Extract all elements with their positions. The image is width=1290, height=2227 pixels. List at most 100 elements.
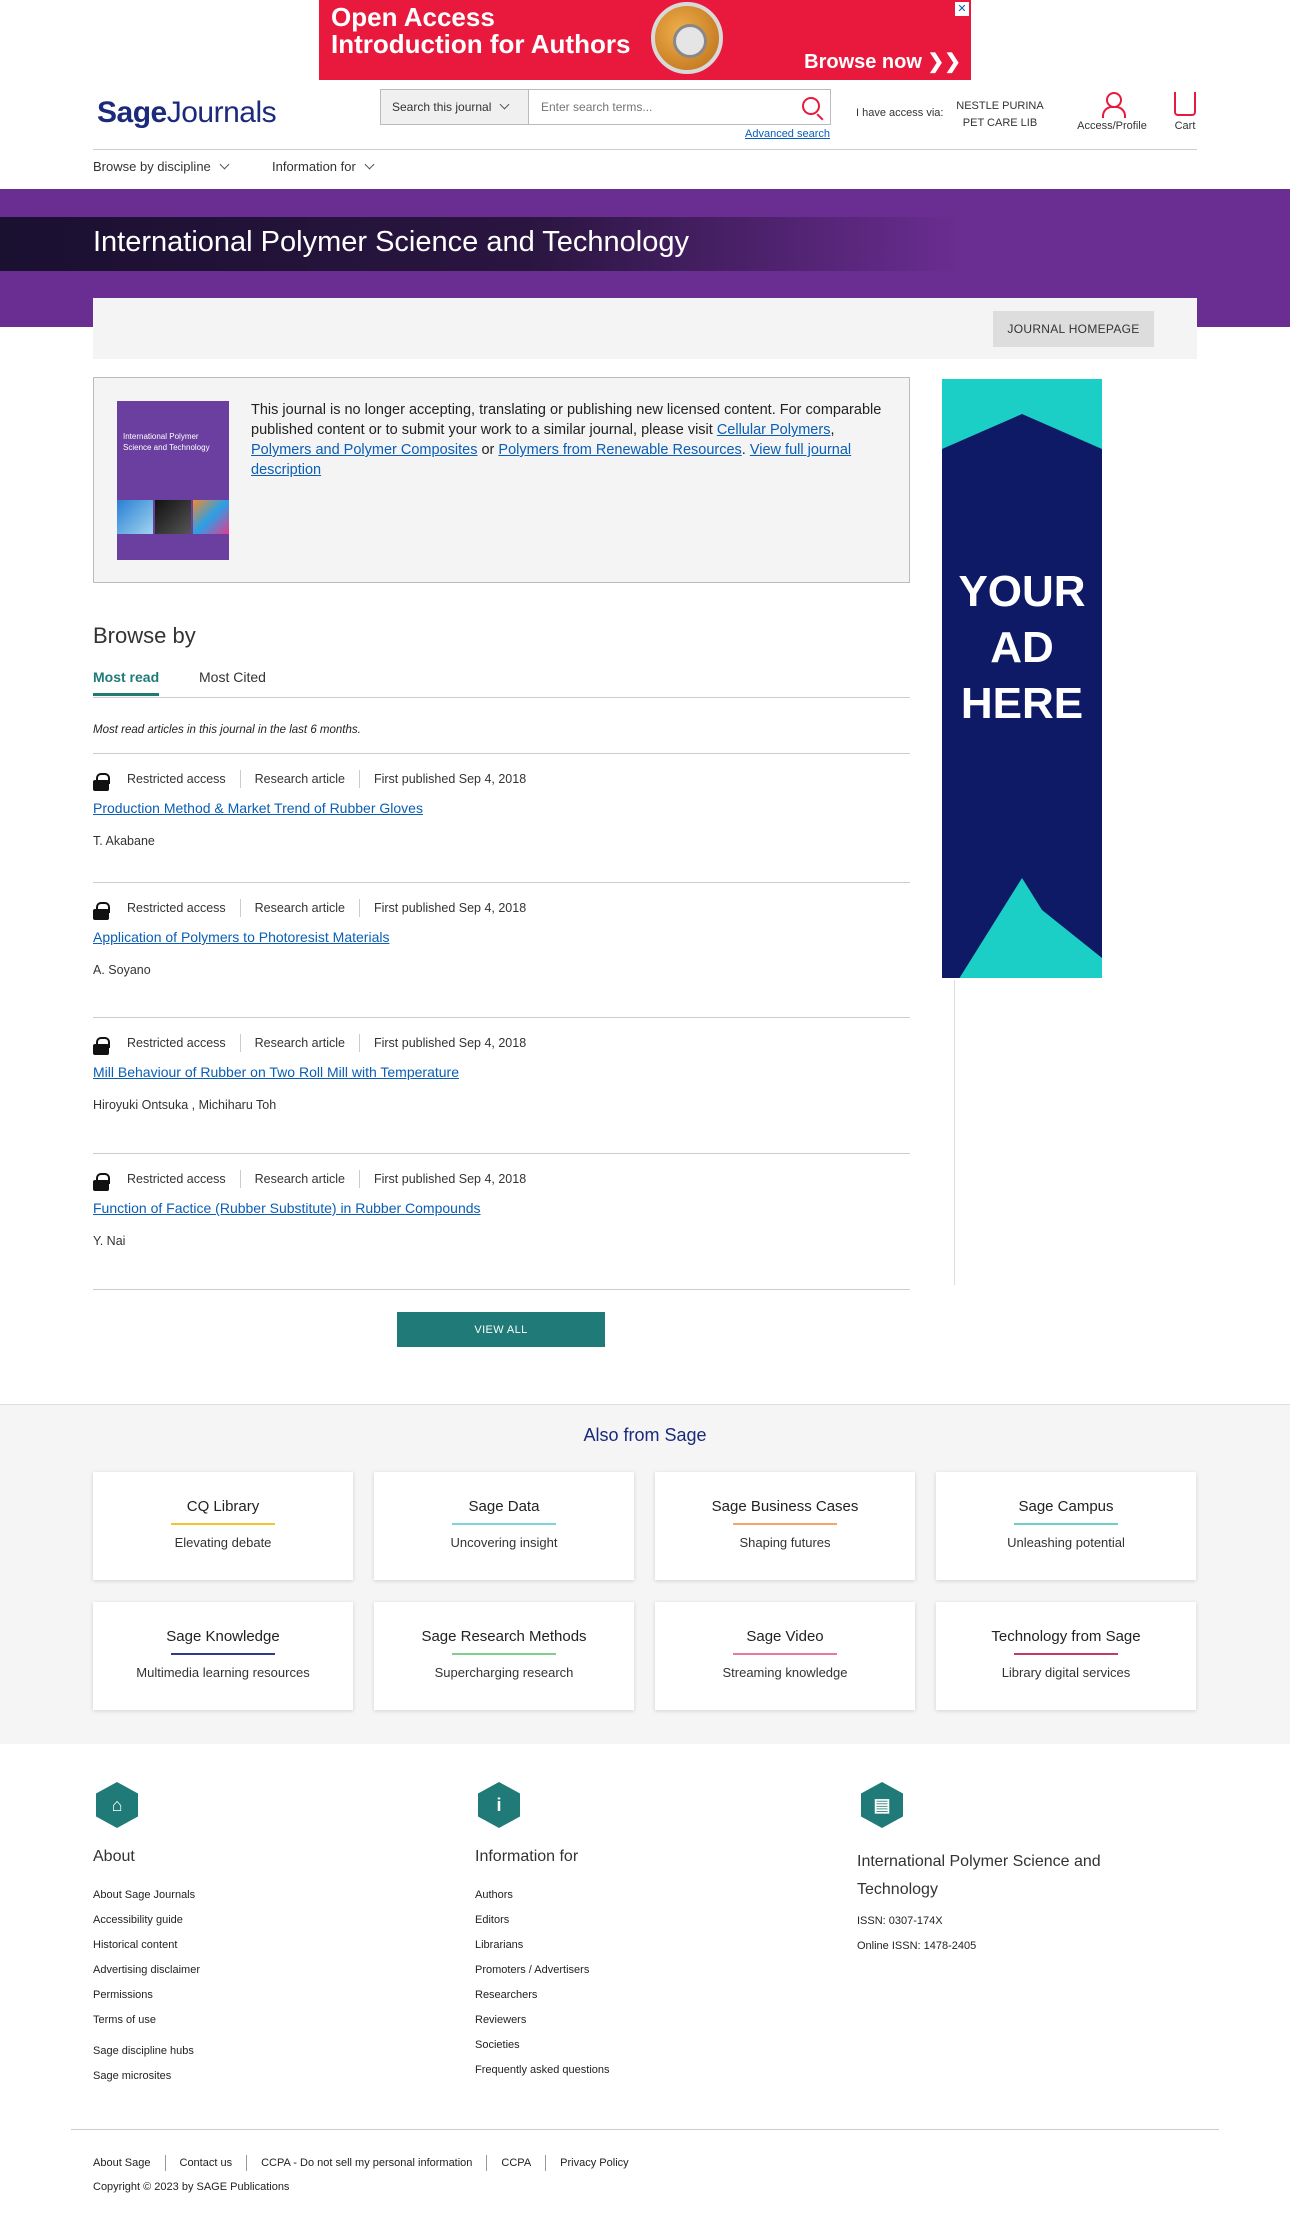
product-card-cq-library[interactable]: CQ Library Elevating debate bbox=[93, 1472, 353, 1580]
footer-link[interactable]: Researchers bbox=[475, 1983, 610, 2008]
issn: ISSN: 0307-174X bbox=[857, 1915, 943, 1927]
footer-link[interactable]: Promoters / Advertisers bbox=[475, 1958, 610, 1983]
padlock-icon bbox=[651, 2, 723, 74]
nav-browse-by-discipline[interactable]: Browse by discipline bbox=[93, 159, 230, 174]
search-icon[interactable] bbox=[802, 97, 820, 115]
journal-homepage-button[interactable]: JOURNAL HOMEPAGE bbox=[993, 311, 1154, 347]
journal-cover-image[interactable]: International Polymer Science and Techno… bbox=[117, 401, 229, 560]
product-card-sage-knowledge[interactable]: Sage Knowledge Multimedia learning resour… bbox=[93, 1602, 353, 1710]
card-subtitle: Library digital services bbox=[1001, 1665, 1131, 1680]
article-authors: T. Akabane bbox=[93, 834, 155, 848]
footer-link[interactable]: Authors bbox=[475, 1883, 610, 1908]
publish-date: First published Sep 4, 2018 bbox=[373, 772, 527, 786]
link-cellular-polymers[interactable]: Cellular Polymers bbox=[717, 422, 831, 438]
footer-link-privacy[interactable]: Privacy Policy bbox=[560, 2157, 628, 2169]
chevron-down-icon bbox=[219, 159, 230, 170]
footer-link-ccpa-do-not-sell[interactable]: CCPA - Do not sell my personal informati… bbox=[261, 2157, 472, 2169]
product-card-business-cases[interactable]: Sage Business Cases Shaping futures bbox=[655, 1472, 915, 1580]
most-read-note: Most read articles in this journal in th… bbox=[93, 724, 361, 736]
footer-link[interactable]: Permissions bbox=[93, 1983, 200, 2008]
footer-info-heading: Information for bbox=[475, 1848, 579, 1865]
card-title: CQ Library bbox=[186, 1498, 260, 1515]
card-subtitle: Supercharging research bbox=[434, 1665, 574, 1680]
article-title-link[interactable]: Function of Factice (Rubber Substitute) … bbox=[93, 1200, 481, 1216]
article-item: Restricted access Research article First p… bbox=[93, 1017, 910, 1152]
side-ad[interactable]: YOUR AD HERE bbox=[942, 379, 1102, 978]
journal-title: International Polymer Science and Techno… bbox=[93, 226, 689, 258]
footer-link[interactable]: About Sage Journals bbox=[93, 1883, 200, 1908]
footer-link[interactable]: Terms of use bbox=[93, 2008, 200, 2033]
access-status: Restricted access bbox=[127, 1172, 226, 1186]
footer-divider bbox=[71, 2129, 1219, 2130]
card-title: Sage Video bbox=[746, 1628, 824, 1645]
footer-link[interactable]: Advertising disclaimer bbox=[93, 1958, 200, 1983]
ad-cta[interactable]: Browse now ❯❯ bbox=[804, 49, 961, 74]
card-subtitle: Uncovering insight bbox=[450, 1535, 558, 1550]
ad-close-icon[interactable]: ✕ bbox=[955, 2, 969, 16]
footer-bottom-links: About Sage Contact us CCPA - Do not sell… bbox=[93, 2155, 629, 2171]
cart-button[interactable]: Cart bbox=[1165, 92, 1205, 132]
article-authors: Y. Nai bbox=[93, 1234, 126, 1248]
cart-icon bbox=[1174, 92, 1196, 116]
card-title: Sage Data bbox=[468, 1498, 540, 1515]
profile-button[interactable]: Access/Profile bbox=[1072, 92, 1152, 132]
card-subtitle: Multimedia learning resources bbox=[136, 1665, 310, 1680]
access-status: Restricted access bbox=[127, 1036, 226, 1050]
tab-most-read[interactable]: Most read bbox=[93, 669, 160, 696]
footer-about-links: About Sage Journals Accessibility guide … bbox=[93, 1883, 200, 2033]
product-card-sage-video[interactable]: Sage Video Streaming knowledge bbox=[655, 1602, 915, 1710]
article-type: Research article bbox=[254, 772, 345, 786]
nav-information-for[interactable]: Information for bbox=[272, 159, 375, 174]
access-status: Restricted access bbox=[127, 772, 226, 786]
product-card-research-methods[interactable]: Sage Research Methods Supercharging resea… bbox=[374, 1602, 634, 1710]
advanced-search-link[interactable]: Advanced search bbox=[745, 128, 830, 140]
lock-icon bbox=[93, 772, 110, 791]
search-input[interactable] bbox=[529, 90, 830, 124]
top-ad-banner[interactable]: Open Access Introduction for Authors Brow… bbox=[319, 0, 971, 80]
article-title-link[interactable]: Production Method & Market Trend of Rubb… bbox=[93, 800, 423, 816]
lock-icon bbox=[93, 1036, 110, 1055]
tab-most-cited[interactable]: Most Cited bbox=[199, 669, 266, 685]
cover-images bbox=[117, 500, 229, 534]
publish-date: First published Sep 4, 2018 bbox=[373, 901, 527, 915]
tab-divider bbox=[93, 697, 910, 698]
lock-icon bbox=[93, 901, 110, 920]
publish-date: First published Sep 4, 2018 bbox=[373, 1036, 527, 1050]
card-title: Sage Business Cases bbox=[711, 1498, 859, 1515]
footer-link[interactable]: Frequently asked questions bbox=[475, 2058, 610, 2083]
footer-link[interactable]: Editors bbox=[475, 1908, 610, 1933]
side-ad-text: YOUR AD HERE bbox=[958, 567, 1086, 728]
footer-link-ccpa[interactable]: CCPA bbox=[501, 2157, 531, 2169]
card-title: Sage Knowledge bbox=[166, 1628, 280, 1645]
footer-link[interactable]: Sage discipline hubs bbox=[93, 2039, 194, 2064]
footer-link-about-sage[interactable]: About Sage bbox=[93, 2157, 151, 2169]
footer-link[interactable]: Sage microsites bbox=[93, 2064, 194, 2089]
link-renewable-resources[interactable]: Polymers from Renewable Resources bbox=[498, 442, 741, 458]
footer-link[interactable]: Reviewers bbox=[475, 2008, 610, 2033]
product-card-technology[interactable]: Technology from Sage Library digital serv… bbox=[936, 1602, 1196, 1710]
article-title-link[interactable]: Mill Behaviour of Rubber on Two Roll Mil… bbox=[93, 1064, 459, 1080]
card-title: Sage Campus bbox=[1018, 1498, 1114, 1515]
footer-about-links-2: Sage discipline hubs Sage microsites bbox=[93, 2039, 194, 2089]
view-all-button[interactable]: VIEW ALL bbox=[397, 1312, 605, 1347]
footer-journal-heading: International Polymer Science and Techno… bbox=[857, 1853, 1101, 1898]
product-card-sage-campus[interactable]: Sage Campus Unleashing potential bbox=[936, 1472, 1196, 1580]
article-item: Restricted access Research article First p… bbox=[93, 1153, 910, 1288]
footer-link[interactable]: Societies bbox=[475, 2033, 610, 2058]
cart-label: Cart bbox=[1174, 120, 1196, 132]
article-list-end-divider bbox=[93, 1289, 910, 1290]
article-type: Research article bbox=[254, 901, 345, 915]
footer-link-contact[interactable]: Contact us bbox=[180, 2157, 233, 2169]
article-title-link[interactable]: Application of Polymers to Photoresist M… bbox=[93, 929, 389, 945]
footer-link[interactable]: Historical content bbox=[93, 1933, 200, 1958]
product-card-sage-data[interactable]: Sage Data Uncovering insight bbox=[374, 1472, 634, 1580]
sage-journals-logo[interactable]: SageJournals bbox=[97, 96, 277, 130]
link-polymers-composites[interactable]: Polymers and Polymer Composites bbox=[251, 442, 477, 458]
chevron-down-icon bbox=[499, 99, 510, 109]
search-scope-select[interactable]: Search this journal bbox=[381, 90, 529, 124]
user-icon bbox=[1101, 92, 1126, 118]
notice-text: This journal is no longer accepting, tra… bbox=[251, 402, 882, 478]
online-issn: Online ISSN: 1478-2405 bbox=[857, 1940, 977, 1952]
footer-link[interactable]: Accessibility guide bbox=[93, 1908, 200, 1933]
footer-link[interactable]: Librarians bbox=[475, 1933, 610, 1958]
